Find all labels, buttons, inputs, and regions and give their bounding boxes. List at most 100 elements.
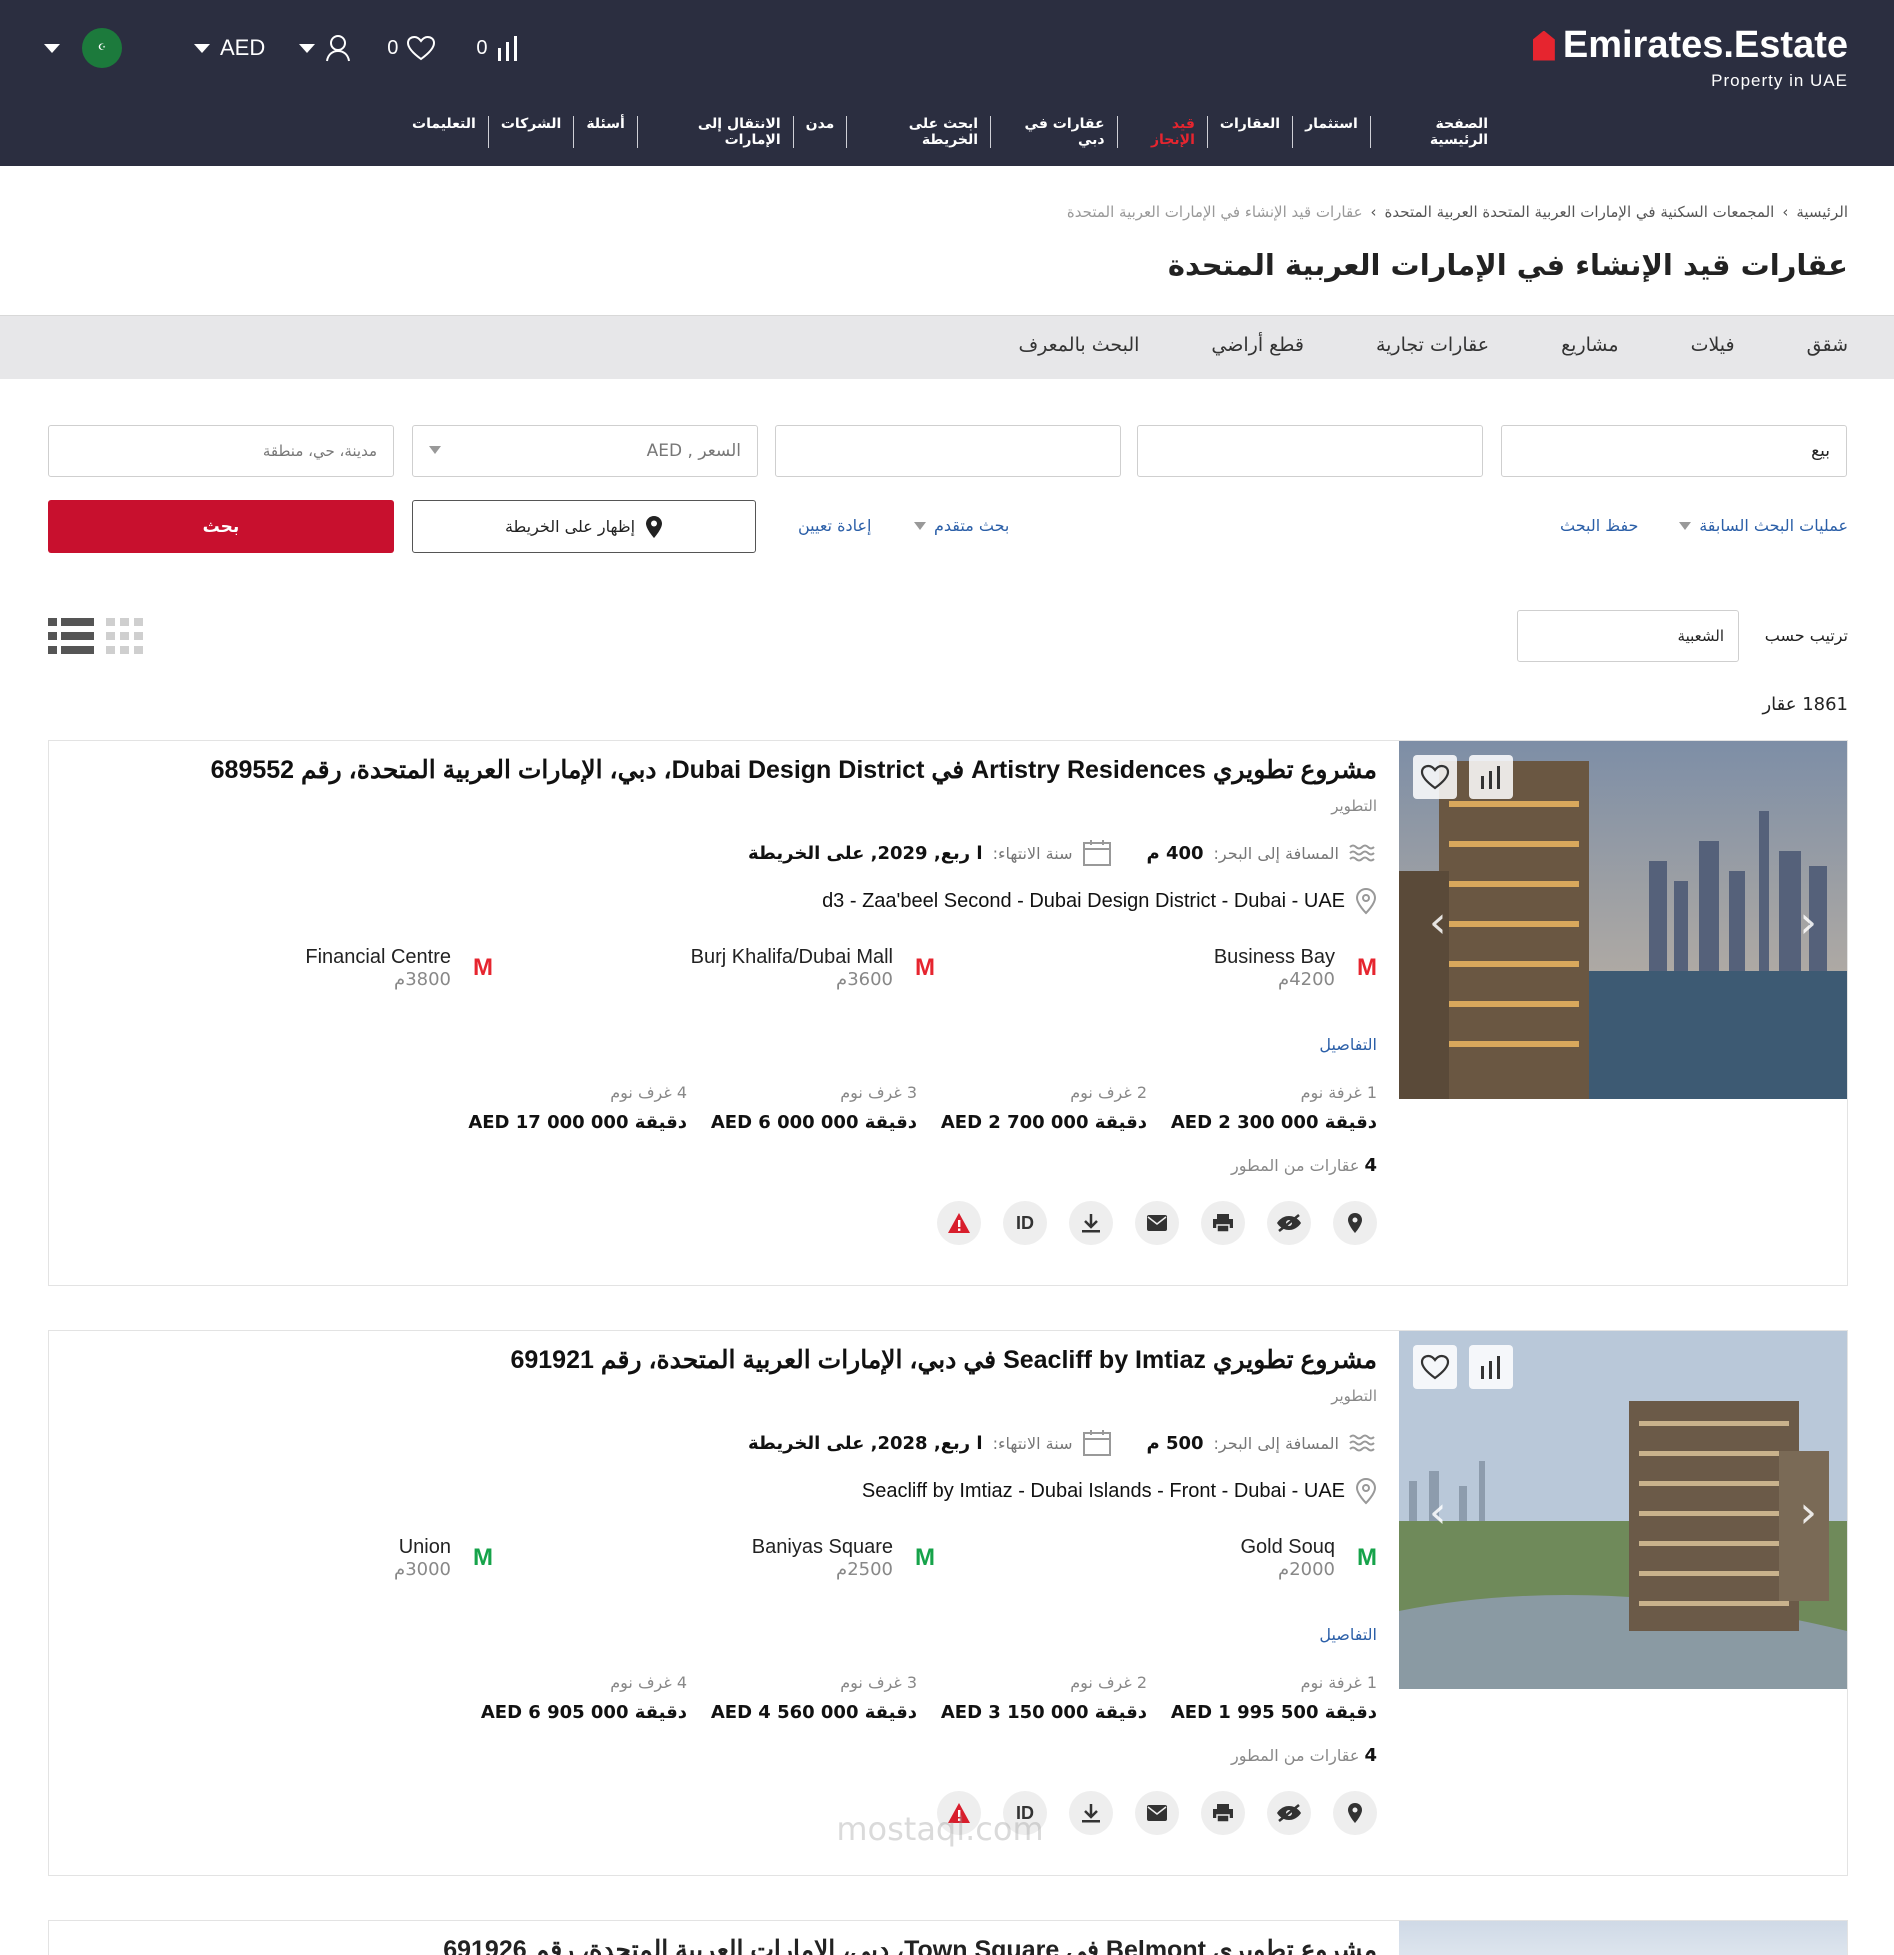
chevron-left-icon[interactable]: ‹ <box>1429 1491 1447 1535</box>
price-option[interactable]: 2 غرف نوم دقيقة AED 2 700 000 <box>937 1083 1147 1133</box>
favorite-button[interactable] <box>1413 1345 1457 1389</box>
brand-logo[interactable]: Emirates.Estate Property in UAE <box>1532 24 1848 91</box>
favorite-button[interactable] <box>1413 755 1457 799</box>
listing-card[interactable]: ‹ › مشروع تطويري Seacliff by Imtiaz في د… <box>48 1330 1848 1876</box>
tab-search-by-id[interactable]: البحث بالمعرف <box>1018 334 1139 356</box>
map-location-button[interactable] <box>1333 1791 1377 1835</box>
advanced-search-label: بحث متقدم <box>934 516 1010 535</box>
breadcrumb-home[interactable]: الرئيسية <box>1796 203 1848 221</box>
rooms-field[interactable] <box>775 425 1121 477</box>
map-pin-icon <box>1348 1213 1362 1233</box>
favorites-counter[interactable]: 0 <box>387 35 436 61</box>
account-menu[interactable] <box>299 34 351 62</box>
list-view-icon[interactable] <box>48 618 94 658</box>
breadcrumb-complexes[interactable]: المجمعات السكنية في الإمارات العربية الم… <box>1385 203 1775 221</box>
details-link[interactable]: التفاصيل <box>1319 1625 1377 1644</box>
developer-properties-link[interactable]: 4 عقارات من المطور <box>1231 1155 1377 1176</box>
map-location-button[interactable] <box>1333 1201 1377 1245</box>
grid-view-icon[interactable] <box>106 618 144 658</box>
printer-icon <box>1213 1214 1233 1233</box>
house-icon <box>1532 30 1555 61</box>
price-value: دقيقة AED 2 300 000 <box>1170 1112 1377 1133</box>
metro-station: M Baniyas Square 2500م <box>752 1535 935 1581</box>
chevron-right-icon[interactable]: › <box>1799 901 1817 945</box>
report-button[interactable] <box>937 1201 981 1245</box>
show-on-map-button[interactable]: إظهار على الخريطة <box>412 500 756 553</box>
currency-selector[interactable]: AED <box>194 35 265 61</box>
price-option[interactable]: 2 غرف نوم دقيقة AED 3 150 000 <box>937 1673 1147 1723</box>
language-dropdown-icon[interactable] <box>44 43 60 53</box>
hide-button[interactable] <box>1267 1201 1311 1245</box>
listing-card[interactable]: ‹ › مشروع تطويري Artistry Residences في … <box>48 740 1848 1286</box>
price-placeholder: السعر , AED <box>646 441 741 461</box>
nav-item-1[interactable]: استثمار <box>1292 116 1370 148</box>
saudi-flag-icon[interactable]: ☪ <box>82 28 122 68</box>
listing-title[interactable]: مشروع تطويري Artistry Residences في Duba… <box>211 755 1377 785</box>
location-input[interactable]: مدينة، حي، منطقة <box>48 425 394 477</box>
nav-item-2[interactable]: العقارات <box>1206 116 1292 148</box>
price-option[interactable]: 1 غرفة نوم دقيقة AED 2 300 000 <box>1167 1083 1377 1133</box>
reset-link[interactable]: إعادة تعيين <box>798 516 871 535</box>
price-option[interactable]: 1 غرفة نوم دقيقة AED 1 995 500 <box>1167 1673 1377 1723</box>
nav-item-4[interactable]: عقارات في دبي <box>990 116 1117 148</box>
price-option[interactable]: 3 غرف نوم دقيقة AED 6 000 000 <box>707 1083 917 1133</box>
nav-item-10[interactable]: التعليمات <box>400 116 488 148</box>
compare-button[interactable] <box>1469 755 1513 799</box>
listing-title[interactable]: مشروع تطويري Belmont في Town Square، دبي… <box>443 1935 1377 1955</box>
compare-button[interactable] <box>1469 1345 1513 1389</box>
nav-item-6[interactable]: مدن <box>792 116 847 148</box>
header-controls: ☪ AED 0 0 <box>44 26 520 70</box>
listing-actions: ID <box>937 1201 1377 1245</box>
id-button[interactable]: ID <box>1003 1201 1047 1245</box>
completion-value[interactable]: ا ربع, 2029, على الخريطة <box>748 843 983 864</box>
compare-counter[interactable]: 0 <box>476 34 519 62</box>
completion-label: سنة الانتهاء: <box>992 843 1073 863</box>
tab-commercial[interactable]: عقارات تجارية <box>1376 334 1489 356</box>
nav-item-7[interactable]: الانتقال إلى الإمارات <box>636 116 793 148</box>
listing-photo[interactable] <box>1399 1921 1847 1955</box>
listing-photo[interactable]: ‹ › <box>1399 741 1847 1099</box>
nav-item-3[interactable]: قيد الإنجاز <box>1116 116 1207 148</box>
tab-land[interactable]: قطع أراضي <box>1211 334 1304 356</box>
save-search-link[interactable]: حفظ البحث <box>1560 516 1638 535</box>
price-option[interactable]: 4 غرف نوم دقيقة AED 6 905 000 <box>477 1673 687 1723</box>
metro-distance: 2500م <box>836 1559 893 1580</box>
nav-item-9[interactable]: الشركات <box>487 116 573 148</box>
warning-icon <box>948 1213 970 1233</box>
developer-properties-link[interactable]: 4 عقارات من المطور <box>1231 1745 1377 1766</box>
print-button[interactable] <box>1201 1201 1245 1245</box>
download-button[interactable] <box>1069 1791 1113 1835</box>
chevron-right-icon[interactable]: › <box>1799 1491 1817 1535</box>
sort-select[interactable]: الشعبية <box>1517 610 1739 662</box>
listing-card[interactable]: مشروع تطويري Belmont في Town Square، دبي… <box>48 1920 1848 1955</box>
tab-villas[interactable]: فيلات <box>1691 334 1735 356</box>
price-option[interactable]: 4 غرف نوم دقيقة AED 17 000 000 <box>468 1083 687 1133</box>
email-button[interactable] <box>1135 1791 1179 1835</box>
listing-title[interactable]: مشروع تطويري Seacliff by Imtiaz في دبي، … <box>510 1345 1377 1375</box>
price-option[interactable]: 3 غرف نوم دقيقة AED 4 560 000 <box>707 1673 917 1723</box>
tab-projects[interactable]: مشاريع <box>1561 334 1619 356</box>
nav-item-5[interactable]: ابحث على الخريطة <box>846 116 990 148</box>
deal-type-select[interactable]: بيع <box>1501 425 1847 477</box>
hide-button[interactable] <box>1267 1791 1311 1835</box>
listing-photo[interactable]: ‹ › <box>1399 1331 1847 1689</box>
email-button[interactable] <box>1135 1201 1179 1245</box>
search-button[interactable]: بحث <box>48 500 394 553</box>
price-select[interactable]: السعر , AED <box>412 425 758 477</box>
tab-apartments[interactable]: شقق <box>1807 334 1848 356</box>
map-pin-icon <box>646 515 663 538</box>
metro-name: Business Bay <box>1213 946 1335 968</box>
property-type-field[interactable] <box>1137 425 1483 477</box>
nav-item-0[interactable]: الصفحة الرئيسية <box>1369 116 1500 148</box>
completion-value[interactable]: ا ربع, 2028, على الخريطة <box>748 1433 983 1454</box>
download-button[interactable] <box>1069 1201 1113 1245</box>
chevron-left-icon[interactable]: ‹ <box>1429 901 1447 945</box>
price-value: دقيقة AED 3 150 000 <box>940 1702 1147 1723</box>
print-button[interactable] <box>1201 1791 1245 1835</box>
advanced-search-link[interactable]: بحث متقدم <box>914 516 1009 535</box>
watermark: mostaql.com <box>836 1810 1044 1848</box>
metro-icon: M <box>473 1544 493 1571</box>
details-link[interactable]: التفاصيل <box>1319 1035 1377 1054</box>
previous-searches-link[interactable]: عمليات البحث السابقة <box>1679 516 1848 535</box>
nav-item-8[interactable]: أسئلة <box>573 116 637 148</box>
